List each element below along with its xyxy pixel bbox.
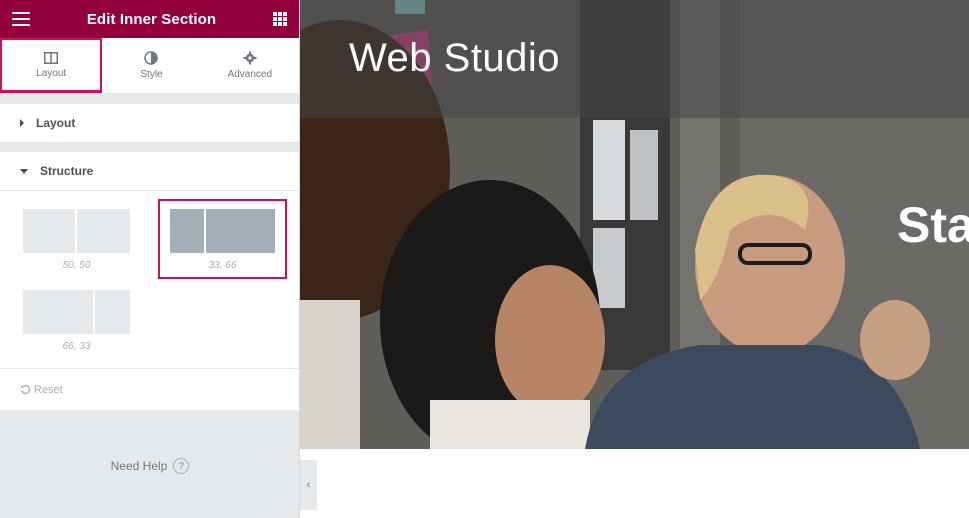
widgets-grid-icon[interactable] [272, 12, 287, 26]
panel-title: Edit Inner Section [86, 10, 217, 28]
tab-advanced-label: Advanced [227, 69, 273, 80]
reset-label: Reset [34, 383, 63, 396]
help-icon: ? [173, 458, 190, 474]
layout-section-label: Layout [36, 116, 76, 130]
editor-panel: Edit Inner Section Layout Style Advanced… [0, 0, 300, 518]
panel-tabs: Layout Style Advanced [0, 38, 299, 94]
gear-icon [243, 51, 257, 65]
structure-presets: 50, 50 33, 66 66, 33 [0, 190, 299, 368]
chevron-left-icon: ‹ [306, 479, 311, 491]
contrast-icon [144, 51, 159, 65]
menu-icon[interactable] [12, 12, 30, 26]
preset-label: 66, 33 [62, 341, 91, 352]
tab-layout[interactable]: Layout [0, 38, 103, 93]
hero-heading[interactable]: Sta [897, 196, 969, 254]
collapse-panel-button[interactable]: ‹ [300, 460, 317, 510]
preset-preview [23, 290, 130, 334]
panel-header: Edit Inner Section [0, 0, 299, 38]
layout-section: Layout [0, 104, 299, 142]
layout-section-toggle[interactable]: Layout [0, 104, 299, 142]
preset-label: 33, 66 [208, 260, 237, 271]
reset-button[interactable]: Reset [0, 368, 299, 410]
structure-preset-33-66[interactable]: 33, 66 [158, 199, 287, 279]
hero-section[interactable]: Web Studio Sta [300, 0, 969, 449]
tab-style[interactable]: Style [102, 38, 200, 93]
columns-icon [44, 51, 59, 64]
reset-icon [21, 385, 31, 395]
tab-style-label: Style [140, 69, 163, 80]
preset-label: 50, 50 [62, 260, 91, 271]
caret-down-icon [20, 168, 28, 174]
structure-section-toggle[interactable]: Structure [0, 152, 299, 190]
need-help-link[interactable]: Need Help ? [0, 414, 300, 518]
structure-section-label: Structure [40, 164, 94, 178]
preview-canvas: Web Studio Sta ‹ [300, 0, 969, 518]
preset-preview [23, 209, 130, 253]
structure-preset-50-50[interactable]: 50, 50 [23, 209, 130, 271]
structure-preset-66-33[interactable]: 66, 33 [23, 290, 130, 352]
site-title[interactable]: Web Studio [349, 36, 560, 81]
preset-preview [170, 209, 275, 253]
need-help-label: Need Help [110, 459, 168, 473]
tab-layout-label: Layout [36, 67, 67, 79]
tab-advanced[interactable]: Advanced [201, 38, 299, 93]
structure-section: Structure 50, 50 33, 66 66, 33 Reset [0, 152, 299, 410]
caret-right-icon [20, 119, 24, 127]
